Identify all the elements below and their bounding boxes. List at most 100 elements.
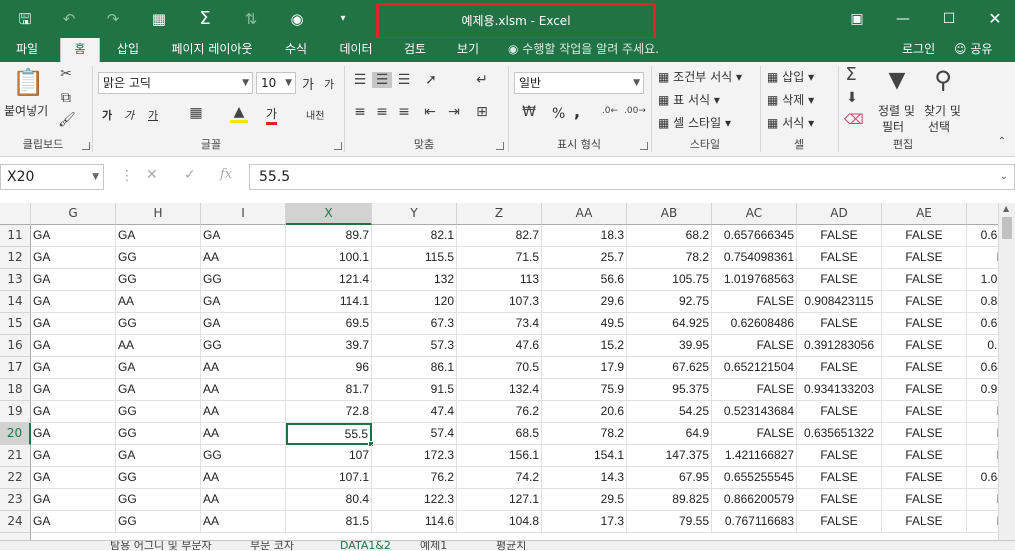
- cell[interactable]: 0.908423115: [797, 291, 882, 313]
- row-header-20[interactable]: 20: [0, 423, 31, 445]
- sort-icon[interactable]: ⇅: [240, 8, 262, 30]
- share-button[interactable]: ☺ 공유: [954, 38, 992, 62]
- cell[interactable]: GG: [201, 335, 286, 357]
- row-header-13[interactable]: 13: [0, 269, 31, 291]
- font-size-dropdown[interactable]: 10 ▼: [256, 72, 296, 94]
- cell[interactable]: 14.3: [542, 467, 627, 489]
- decrease-decimal-icon[interactable]: .00→: [624, 106, 646, 116]
- cell[interactable]: 0.655255545: [712, 467, 797, 489]
- cell[interactable]: 114.1: [286, 291, 372, 313]
- cell[interactable]: 39.95: [627, 335, 712, 357]
- cell[interactable]: GG: [116, 401, 201, 423]
- cell[interactable]: 0.866200579: [712, 489, 797, 511]
- italic-button[interactable]: 가: [124, 107, 134, 123]
- cell[interactable]: FALSE: [797, 269, 882, 291]
- tab-insert[interactable]: 삽입: [106, 38, 150, 62]
- select-all-corner[interactable]: [0, 203, 31, 225]
- paste-icon[interactable]: 📋: [12, 68, 44, 100]
- merge-center-icon[interactable]: ⊞: [472, 104, 492, 120]
- cell[interactable]: 25.7: [542, 247, 627, 269]
- customize-icon[interactable]: ▾: [332, 8, 354, 30]
- cell[interactable]: 78.2: [542, 423, 627, 445]
- minimize-icon[interactable]: —: [880, 0, 926, 38]
- font-color-button[interactable]: 가: [266, 105, 278, 125]
- vertical-scrollbar[interactable]: ▲: [998, 203, 1015, 550]
- cell[interactable]: FALSE: [712, 291, 797, 313]
- cell[interactable]: FALSE: [797, 489, 882, 511]
- cell[interactable]: 54.25: [627, 401, 712, 423]
- enter-icon[interactable]: ✓: [184, 167, 196, 183]
- row-header-14[interactable]: 14: [0, 291, 31, 313]
- cell[interactable]: AA: [201, 423, 286, 445]
- cell[interactable]: 71.5: [457, 247, 542, 269]
- camera-icon[interactable]: ◉: [286, 8, 308, 30]
- cell[interactable]: 70.5: [457, 357, 542, 379]
- cell[interactable]: 107.1: [286, 467, 372, 489]
- cell[interactable]: GA: [31, 335, 116, 357]
- cell[interactable]: FALSE: [882, 357, 967, 379]
- row-header-22[interactable]: 22: [0, 467, 31, 489]
- cell[interactable]: 17.9: [542, 357, 627, 379]
- cell[interactable]: FALSE: [882, 335, 967, 357]
- undo-icon[interactable]: ↶: [58, 8, 80, 30]
- formula-input[interactable]: 55.5 ⌄: [249, 164, 1015, 190]
- cell[interactable]: 156.1: [457, 445, 542, 467]
- cell[interactable]: FALSE: [797, 247, 882, 269]
- clear-icon[interactable]: ⌫: [844, 112, 864, 128]
- redo-icon[interactable]: ↷: [102, 8, 124, 30]
- row-header-24[interactable]: 24: [0, 511, 31, 533]
- cell[interactable]: 82.7: [457, 225, 542, 247]
- cell[interactable]: 113: [457, 269, 542, 291]
- cell[interactable]: GG: [201, 445, 286, 467]
- cell[interactable]: 172.3: [372, 445, 457, 467]
- cell[interactable]: AA: [201, 401, 286, 423]
- tab-file[interactable]: 파일: [6, 38, 48, 62]
- cell[interactable]: FALSE: [882, 313, 967, 335]
- row-header-11[interactable]: 11: [0, 225, 31, 247]
- cell[interactable]: 20.6: [542, 401, 627, 423]
- cell[interactable]: AA: [201, 489, 286, 511]
- increase-decimal-icon[interactable]: .0←: [600, 106, 620, 116]
- cell[interactable]: 107: [286, 445, 372, 467]
- cell[interactable]: 57.4: [372, 423, 457, 445]
- cell[interactable]: FALSE: [797, 225, 882, 247]
- row-header-17[interactable]: 17: [0, 357, 31, 379]
- login-link[interactable]: 로그인: [902, 38, 935, 62]
- shrink-font-button[interactable]: 가: [324, 76, 334, 92]
- copy-icon[interactable]: ⧉: [58, 90, 74, 106]
- cell[interactable]: 0.62608486: [712, 313, 797, 335]
- cell[interactable]: FALSE: [797, 511, 882, 533]
- cell[interactable]: FALSE: [882, 423, 967, 445]
- border-icon[interactable]: ▦: [188, 105, 204, 121]
- cell[interactable]: 29.5: [542, 489, 627, 511]
- bold-button[interactable]: 가: [102, 107, 112, 123]
- cell[interactable]: 80.4: [286, 489, 372, 511]
- worksheet-grid[interactable]: G H I X Y Z AA AB AC AD AE 11 GA GA GA 89.7 82.1 82.7 18.3…: [0, 203, 1015, 550]
- cell[interactable]: 0.523143684: [712, 401, 797, 423]
- tab-page-layout[interactable]: 페이지 레이아웃: [160, 38, 264, 62]
- cell[interactable]: FALSE: [882, 445, 967, 467]
- print-preview-icon[interactable]: ▦: [148, 8, 170, 30]
- cell[interactable]: GA: [31, 247, 116, 269]
- tab-formulas[interactable]: 수식: [276, 38, 316, 62]
- number-format-dropdown[interactable]: 일반 ▼: [514, 72, 644, 94]
- name-box[interactable]: X20 ▼: [0, 164, 104, 190]
- cell[interactable]: GA: [116, 379, 201, 401]
- autosum-icon[interactable]: Σ: [842, 64, 860, 85]
- format-cells-button[interactable]: ▦ 서식 ▾: [767, 114, 814, 131]
- delete-cells-button[interactable]: ▦ 삭제 ▾: [767, 91, 814, 108]
- cell[interactable]: 0.934133203: [797, 379, 882, 401]
- cell-styles-button[interactable]: ▦ 셀 스타일 ▾: [658, 114, 731, 131]
- cell[interactable]: 81.5: [286, 511, 372, 533]
- cell[interactable]: GA: [31, 379, 116, 401]
- cell[interactable]: 15.2: [542, 335, 627, 357]
- grow-font-button[interactable]: 가: [302, 74, 314, 93]
- column-header-AB[interactable]: AB: [627, 203, 712, 225]
- cell[interactable]: FALSE: [797, 401, 882, 423]
- cell[interactable]: FALSE: [882, 511, 967, 533]
- font-name-dropdown[interactable]: 맑은 고딕 ▼: [98, 72, 253, 94]
- cell[interactable]: 95.375: [627, 379, 712, 401]
- currency-icon[interactable]: ₩: [516, 104, 542, 120]
- cell[interactable]: GA: [31, 445, 116, 467]
- cell[interactable]: GA: [31, 511, 116, 533]
